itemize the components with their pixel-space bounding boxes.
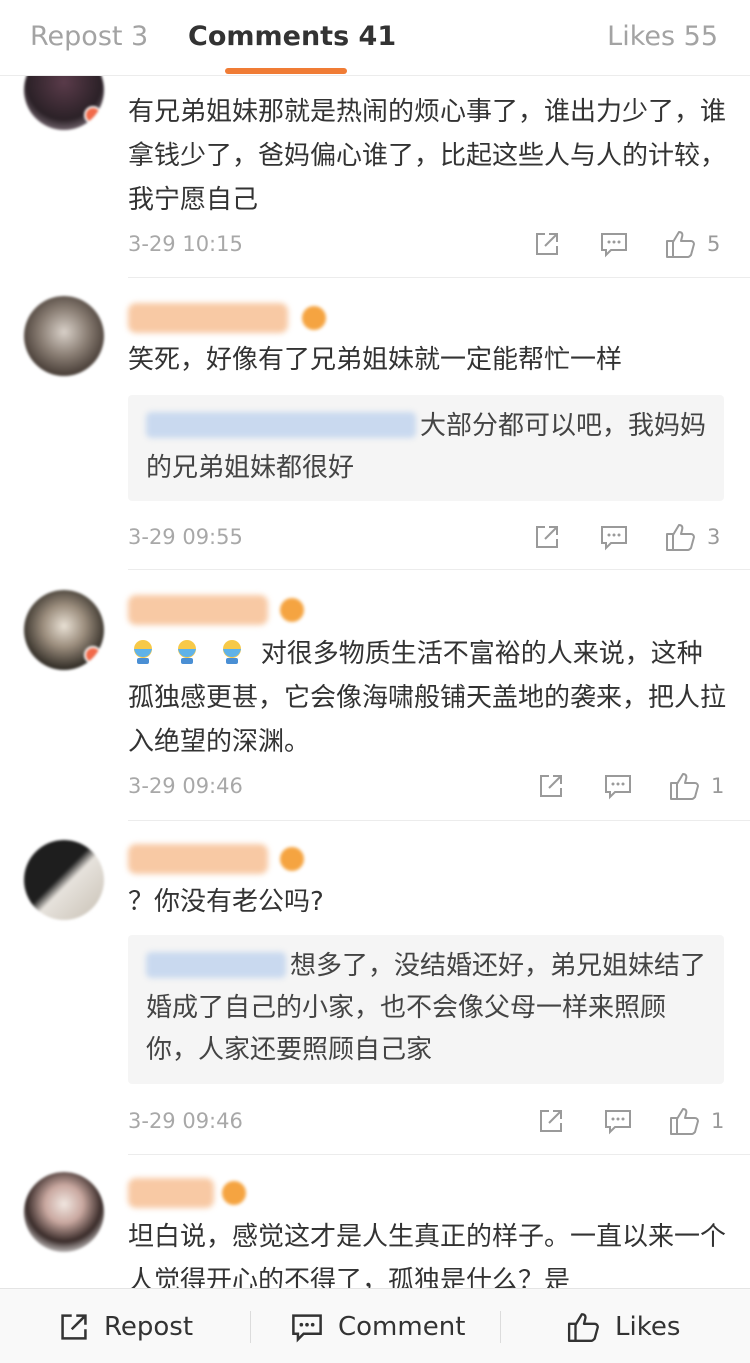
share-icon — [536, 526, 558, 548]
tab-likes[interactable]: Likes 55 — [607, 18, 718, 56]
comment-icon — [605, 1110, 631, 1135]
like-button[interactable]: 3 — [665, 522, 720, 552]
avatar[interactable] — [24, 1172, 104, 1252]
thumbs-up-icon — [666, 524, 695, 551]
vip-icon — [280, 847, 304, 871]
like-button[interactable]: 5 — [665, 229, 720, 259]
repost-button[interactable]: Repost — [58, 1289, 193, 1363]
comment-text: 对很多物质生活不富裕的人来说，这种孤独感更甚，它会像海啸般铺天盖地的袭来，把人拉… — [128, 639, 727, 757]
divider — [250, 1311, 251, 1343]
like-count: 3 — [707, 525, 721, 549]
vip-icon — [280, 598, 304, 622]
reply-preview[interactable]: 大部分都可以吧，我妈妈的兄弟姐妹都很好 — [128, 395, 724, 501]
comment-text: 笑死，好像有了兄弟姐妹就一定能帮忙一样 — [128, 345, 623, 375]
tab-comments[interactable]: Comments 41 — [188, 18, 396, 56]
share-icon — [540, 1110, 562, 1132]
likes-label: Likes — [615, 1311, 681, 1342]
reply-button[interactable] — [603, 771, 633, 801]
share-icon — [540, 775, 562, 797]
like-post-button[interactable]: Likes — [567, 1289, 680, 1363]
reply-button[interactable] — [603, 1106, 633, 1136]
share-icon — [536, 233, 558, 255]
repost-label: Repost — [104, 1311, 194, 1342]
avatar[interactable] — [24, 590, 104, 670]
like-count: 5 — [707, 232, 721, 256]
comment-text: ？你没有老公吗? — [128, 887, 324, 917]
avatar[interactable] — [24, 840, 104, 920]
reply-button[interactable] — [599, 229, 629, 259]
comment-time: 3-29 10:15 — [128, 232, 243, 256]
share-button[interactable] — [533, 522, 561, 552]
comment-time: 3-29 09:46 — [128, 1109, 243, 1133]
share-icon — [61, 1313, 87, 1340]
reply-button[interactable] — [599, 522, 629, 552]
divider — [500, 1311, 501, 1343]
comment-icon — [292, 1313, 322, 1342]
comment-time: 3-29 09:55 — [128, 525, 243, 549]
share-button[interactable] — [537, 1106, 565, 1136]
share-button[interactable] — [533, 229, 561, 259]
thumbs-up-icon — [666, 231, 695, 258]
reply-username — [146, 952, 286, 978]
comment-icon — [601, 233, 627, 258]
active-tab-indicator — [225, 68, 347, 74]
username[interactable] — [128, 595, 268, 625]
divider — [128, 820, 750, 821]
vip-icon — [302, 306, 326, 330]
tab-repost[interactable]: Repost 3 — [30, 18, 148, 56]
like-button[interactable]: 1 — [669, 1106, 724, 1136]
avatar[interactable] — [24, 296, 104, 376]
username[interactable] — [128, 1178, 214, 1208]
comment-label: Comment — [338, 1311, 466, 1342]
tab-bar: Repost 3 Comments 41 Likes 55 — [0, 0, 750, 76]
comment-icon — [605, 775, 631, 800]
comment-text: 有兄弟姐妹那就是热闹的烦心事了，谁出力少了，谁拿钱少了，爸妈偏心谁了，比起这些人… — [128, 97, 727, 215]
comment-time: 3-29 09:46 — [128, 774, 243, 798]
like-count: 1 — [711, 774, 725, 798]
username[interactable] — [128, 844, 268, 874]
username[interactable] — [128, 303, 288, 333]
bottom-action-bar: Repost Comment Likes — [0, 1288, 750, 1363]
thumbs-up-icon — [567, 1312, 599, 1342]
comment-button[interactable]: Comment — [290, 1289, 465, 1363]
reply-username — [146, 412, 416, 438]
share-button[interactable] — [537, 771, 565, 801]
comment-icon — [601, 526, 627, 551]
reply-preview[interactable]: 想多了，没结婚还好，弟兄姐妹结了婚成了自己的小家，也不会像父母一样来照顾你，人家… — [128, 935, 724, 1084]
vip-icon — [222, 1181, 246, 1205]
thumbs-up-icon — [670, 773, 699, 800]
like-button[interactable]: 1 — [669, 771, 724, 801]
divider — [128, 1154, 750, 1155]
like-count: 1 — [711, 1109, 725, 1133]
thumbs-up-icon — [670, 1108, 699, 1135]
divider — [128, 277, 750, 278]
divider — [128, 569, 750, 570]
emoji-icon — [128, 639, 261, 669]
